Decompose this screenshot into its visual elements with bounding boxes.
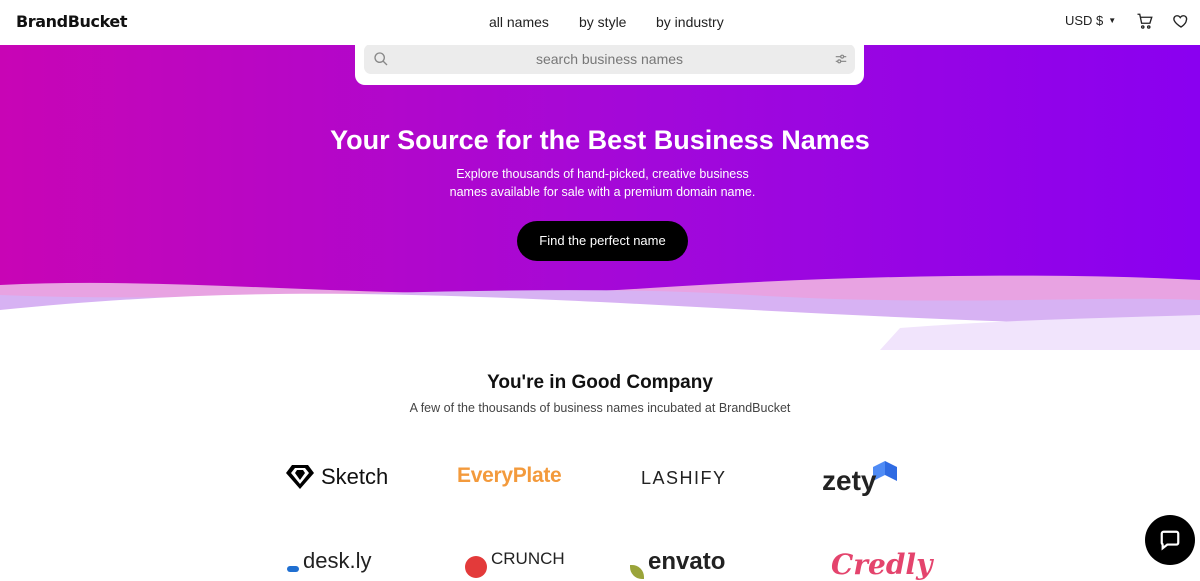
hero-wave — [0, 275, 1200, 350]
search-input[interactable]: search business names — [364, 45, 855, 74]
brand-envato-label: envato — [648, 548, 726, 575]
site-header: BrandBucket all names by style by indust… — [0, 0, 1200, 45]
nav-all-names[interactable]: all names — [489, 14, 549, 30]
heart-icon[interactable] — [1172, 12, 1190, 30]
hero-subtitle: Explore thousands of hand-picked, creati… — [400, 165, 805, 201]
brand-sketch[interactable]: Sketch — [285, 464, 388, 490]
company-title: You're in Good Company — [487, 372, 713, 393]
brand-logo[interactable]: BrandBucket — [16, 12, 128, 31]
hero-subtitle-line2: names available for sale with a premium … — [449, 185, 756, 199]
filter-icon[interactable] — [834, 52, 848, 66]
envato-leaf-icon — [630, 565, 644, 579]
deskly-mark-icon — [287, 566, 299, 572]
brand-sketch-label: Sketch — [321, 464, 389, 489]
diamond-icon — [286, 465, 314, 489]
brand-zety-label: zety — [822, 465, 877, 496]
currency-label: USD $ — [1065, 13, 1104, 28]
find-perfect-name-button[interactable]: Find the perfect name — [517, 221, 688, 261]
hero-title: Your Source for the Best Business Names — [330, 125, 870, 155]
brand-envato[interactable]: envato — [630, 548, 726, 579]
cart-icon[interactable] — [1136, 12, 1154, 30]
nav-by-style[interactable]: by style — [579, 14, 626, 30]
nav-by-industry[interactable]: by industry — [656, 14, 724, 30]
brand-deskly[interactable]: desk.ly — [287, 548, 371, 574]
brand-credly[interactable]: Credly — [831, 548, 932, 581]
crunch-badge-icon — [465, 556, 487, 578]
search-container: search business names — [355, 45, 864, 85]
brand-zety[interactable]: zety — [822, 459, 898, 496]
brand-crunch[interactable]: CRUNCH — [465, 548, 565, 578]
currency-selector[interactable]: USD $ ▼ — [1065, 13, 1116, 28]
brand-everyplate[interactable]: EveryPlate — [457, 464, 562, 488]
company-subtitle: A few of the thousands of business names… — [409, 401, 791, 415]
search-placeholder: search business names — [535, 51, 684, 67]
brand-crunch-label: CRUNCH — [491, 549, 565, 568]
hero-subtitle-line1: Explore thousands of hand-picked, creati… — [456, 167, 749, 181]
brand-deskly-label: desk.ly — [303, 548, 372, 573]
chat-icon — [1160, 530, 1180, 551]
chat-button[interactable] — [1145, 515, 1195, 565]
brand-lashify[interactable]: LASHIFY — [641, 468, 727, 489]
caret-down-icon: ▼ — [1108, 16, 1117, 25]
